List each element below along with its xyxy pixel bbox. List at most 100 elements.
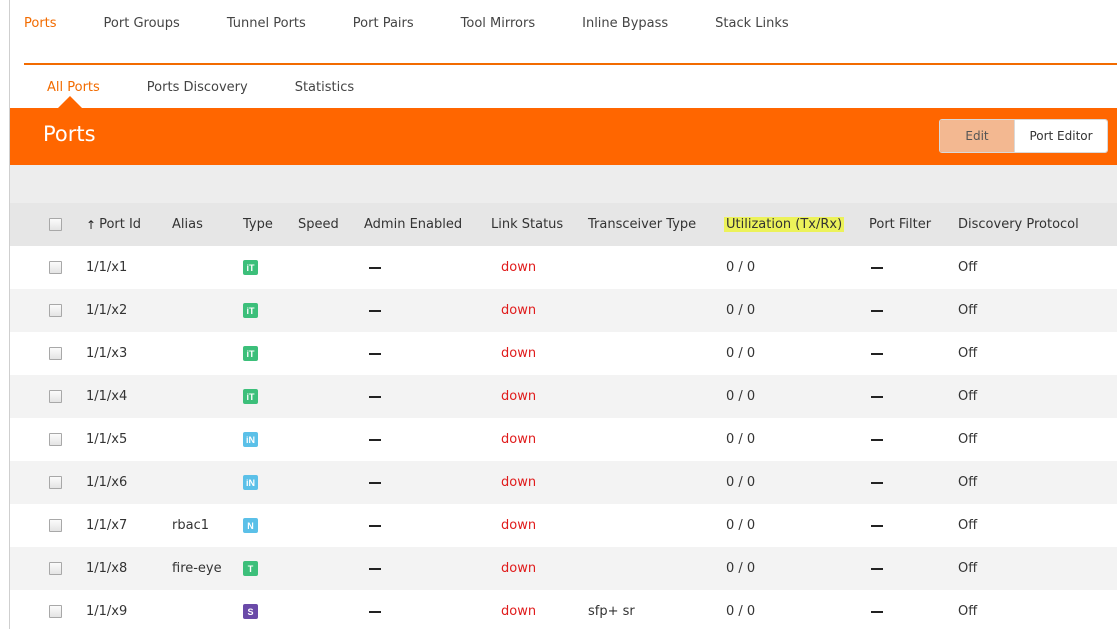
alias: fire-eye: [172, 561, 222, 576]
discovery-protocol: Off: [958, 432, 978, 447]
tab-inline-bypass[interactable]: Inline Bypass: [582, 16, 668, 31]
admin-enabled: [369, 375, 381, 418]
row-checkbox[interactable]: [49, 304, 62, 317]
row-checkbox[interactable]: [49, 562, 62, 575]
table-row[interactable]: 1/1/x9 Sdown sfp+ sr 0 / 0 Off: [10, 590, 1117, 629]
utilization: 0 / 0: [726, 604, 756, 619]
ports-table: ↑ Port Id Alias Type Speed Admin Enabled…: [10, 203, 1117, 629]
table-row[interactable]: 1/1/x5 iN down 0 / 0 Off: [10, 418, 1117, 461]
utilization: 0 / 0: [726, 432, 756, 447]
table-row[interactable]: 1/1/x1 iT down 0 / 0 Off: [10, 246, 1117, 289]
dash-icon: [871, 438, 883, 441]
tab-port-groups[interactable]: Port Groups: [104, 16, 180, 31]
col-speed[interactable]: Speed: [298, 203, 339, 246]
row-select-cell: [49, 590, 62, 629]
select-all-checkbox[interactable]: [49, 218, 62, 231]
port-id[interactable]: 1/1/x5: [86, 418, 127, 461]
discovery-protocol: Off: [958, 346, 978, 361]
row-select-cell: [49, 547, 62, 590]
row-checkbox[interactable]: [49, 476, 62, 489]
subtab-all-ports[interactable]: All Ports: [47, 80, 100, 95]
table-row[interactable]: 1/1/x6 iN down 0 / 0 Off: [10, 461, 1117, 504]
col-type[interactable]: Type: [243, 203, 273, 246]
utilization: 0 / 0: [726, 475, 756, 490]
col-admin-enabled[interactable]: Admin Enabled: [364, 203, 462, 246]
tab-port-pairs[interactable]: Port Pairs: [353, 16, 414, 31]
table-row[interactable]: 1/1/x4 iT down 0 / 0 Off: [10, 375, 1117, 418]
port-type-badge: iT: [243, 303, 258, 318]
type-cell: iT: [243, 375, 258, 418]
row-select-cell: [49, 289, 62, 332]
dash-icon: [369, 567, 381, 570]
row-checkbox[interactable]: [49, 519, 62, 532]
discovery-protocol: Off: [958, 561, 978, 576]
row-checkbox[interactable]: [49, 433, 62, 446]
row-select-cell: [49, 461, 62, 504]
row-checkbox[interactable]: [49, 261, 62, 274]
link-status: down: [501, 475, 537, 490]
admin-enabled: [369, 547, 381, 590]
dash-icon: [871, 395, 883, 398]
row-select-cell: [49, 246, 62, 289]
port-id[interactable]: 1/1/x2: [86, 289, 127, 332]
port-type-badge: iT: [243, 346, 258, 361]
tab-tool-mirrors[interactable]: Tool Mirrors: [461, 16, 535, 31]
col-utilization[interactable]: Utilization (Tx/Rx): [724, 203, 845, 246]
port-type-badge: iT: [243, 260, 258, 275]
utilization: 0 / 0: [726, 260, 756, 275]
col-link-status[interactable]: Link Status: [491, 203, 563, 246]
table-row[interactable]: 1/1/x7 rbac1 Ndown 0 / 0 Off: [10, 504, 1117, 547]
port-id[interactable]: 1/1/x9: [86, 590, 127, 629]
dash-icon: [369, 610, 381, 613]
tab-ports[interactable]: Ports: [24, 16, 57, 31]
port-id[interactable]: 1/1/x8: [86, 547, 127, 590]
row-checkbox[interactable]: [49, 347, 62, 360]
link-status: down: [501, 260, 537, 275]
col-alias[interactable]: Alias: [172, 203, 203, 246]
tab-stack-links[interactable]: Stack Links: [715, 16, 789, 31]
port-editor-button[interactable]: Port Editor: [1015, 120, 1107, 152]
col-discovery-protocol[interactable]: Discovery Protocol: [958, 203, 1079, 246]
col-transceiver-type[interactable]: Transceiver Type: [588, 203, 696, 246]
port-id[interactable]: 1/1/x1: [86, 246, 127, 289]
subtab-ports-discovery[interactable]: Ports Discovery: [147, 80, 248, 95]
table-row[interactable]: 1/1/x2 iT down 0 / 0 Off: [10, 289, 1117, 332]
arrow-up-icon: ↑: [86, 217, 97, 232]
port-type-badge: N: [243, 518, 258, 533]
table-header: ↑ Port Id Alias Type Speed Admin Enabled…: [10, 203, 1117, 246]
row-select-cell: [49, 418, 62, 461]
edit-button[interactable]: Edit: [940, 120, 1015, 152]
port-id[interactable]: 1/1/x6: [86, 461, 127, 504]
row-checkbox[interactable]: [49, 390, 62, 403]
port-id[interactable]: 1/1/x7: [86, 504, 127, 547]
utilization: 0 / 0: [726, 303, 756, 318]
dash-icon: [871, 481, 883, 484]
discovery-protocol: Off: [958, 518, 978, 533]
port-filter: [871, 418, 883, 461]
utilization: 0 / 0: [726, 389, 756, 404]
admin-enabled: [369, 504, 381, 547]
port-type-badge: iN: [243, 475, 258, 490]
dash-icon: [369, 309, 381, 312]
col-port-filter[interactable]: Port Filter: [869, 203, 931, 246]
discovery-protocol: Off: [958, 475, 978, 490]
admin-enabled: [369, 461, 381, 504]
dash-icon: [871, 266, 883, 269]
tab-tunnel-ports[interactable]: Tunnel Ports: [227, 16, 306, 31]
row-checkbox[interactable]: [49, 605, 62, 618]
table-row[interactable]: 1/1/x3 iT down 0 / 0 Off: [10, 332, 1117, 375]
dash-icon: [369, 395, 381, 398]
top-tab-underline: [24, 63, 1117, 65]
subtab-statistics[interactable]: Statistics: [295, 80, 354, 95]
type-cell: iN: [243, 461, 258, 504]
select-all-cell: [49, 203, 62, 246]
port-id[interactable]: 1/1/x4: [86, 375, 127, 418]
col-port-id[interactable]: ↑ Port Id: [86, 203, 141, 246]
admin-enabled: [369, 246, 381, 289]
dash-icon: [369, 481, 381, 484]
port-id[interactable]: 1/1/x3: [86, 332, 127, 375]
port-filter: [871, 375, 883, 418]
type-cell: iT: [243, 289, 258, 332]
table-row[interactable]: 1/1/x8 fire-eye Tdown 0 / 0 Off: [10, 547, 1117, 590]
utilization: 0 / 0: [726, 346, 756, 361]
